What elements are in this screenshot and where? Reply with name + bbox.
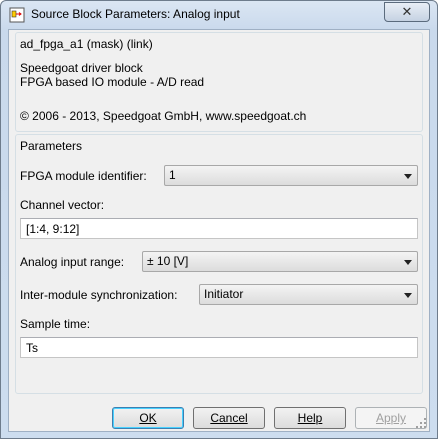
sample-time-input[interactable]: Ts — [20, 337, 418, 358]
dialog-client-area: ad_fpga_a1 (mask) (link) Speedgoat drive… — [8, 29, 430, 432]
simulink-block-icon — [9, 7, 25, 23]
analog-input-range-label: Analog input range: — [20, 255, 125, 269]
chevron-down-icon — [404, 293, 412, 298]
apply-label: Apply — [375, 411, 407, 425]
help-button[interactable]: Help — [274, 407, 346, 429]
chevron-down-icon — [404, 260, 412, 265]
fpga-module-label: FPGA module identifier: — [20, 169, 147, 183]
cancel-button[interactable]: Cancel — [193, 407, 265, 429]
copyright-text: © 2006 - 2013, Speedgoat GmbH, www.speed… — [20, 109, 307, 123]
channel-vector-value: [1:4, 9:12] — [26, 222, 80, 236]
sample-time-value: Ts — [26, 341, 38, 355]
sample-time-label: Sample time: — [20, 317, 91, 331]
analog-input-range-dropdown[interactable]: ± 10 [V] — [142, 251, 418, 272]
help-label: Help — [297, 411, 323, 425]
cancel-label: Cancel — [210, 411, 248, 425]
fpga-module-value: 1 — [169, 168, 176, 182]
block-name: ad_fpga_a1 (mask) (link) — [20, 37, 153, 51]
ok-button[interactable]: OK — [112, 407, 184, 429]
description-line-2: FPGA based IO module - A/D read — [20, 75, 205, 89]
sync-value: Initiator — [204, 287, 244, 301]
analog-input-range-value: ± 10 [V] — [147, 254, 189, 268]
resize-grip-icon[interactable] — [415, 417, 427, 429]
close-button[interactable]: ✕ — [384, 2, 430, 22]
fpga-module-dropdown[interactable]: 1 — [164, 165, 418, 186]
channel-vector-label: Channel vector: — [20, 198, 105, 212]
sync-label: Inter-module synchronization: — [20, 288, 178, 302]
title-bar[interactable]: Source Block Parameters: Analog input ✕ — [1, 1, 437, 29]
description-line-1: Speedgoat driver block — [20, 61, 143, 75]
chevron-down-icon — [404, 174, 412, 179]
channel-vector-input[interactable]: [1:4, 9:12] — [20, 218, 418, 239]
close-icon: ✕ — [401, 4, 413, 19]
ok-label: OK — [139, 411, 157, 425]
window-title: Source Block Parameters: Analog input — [31, 7, 240, 21]
sync-dropdown[interactable]: Initiator — [199, 284, 418, 305]
dialog-window: Source Block Parameters: Analog input ✕ … — [0, 0, 438, 439]
parameters-header: Parameters — [20, 139, 83, 153]
